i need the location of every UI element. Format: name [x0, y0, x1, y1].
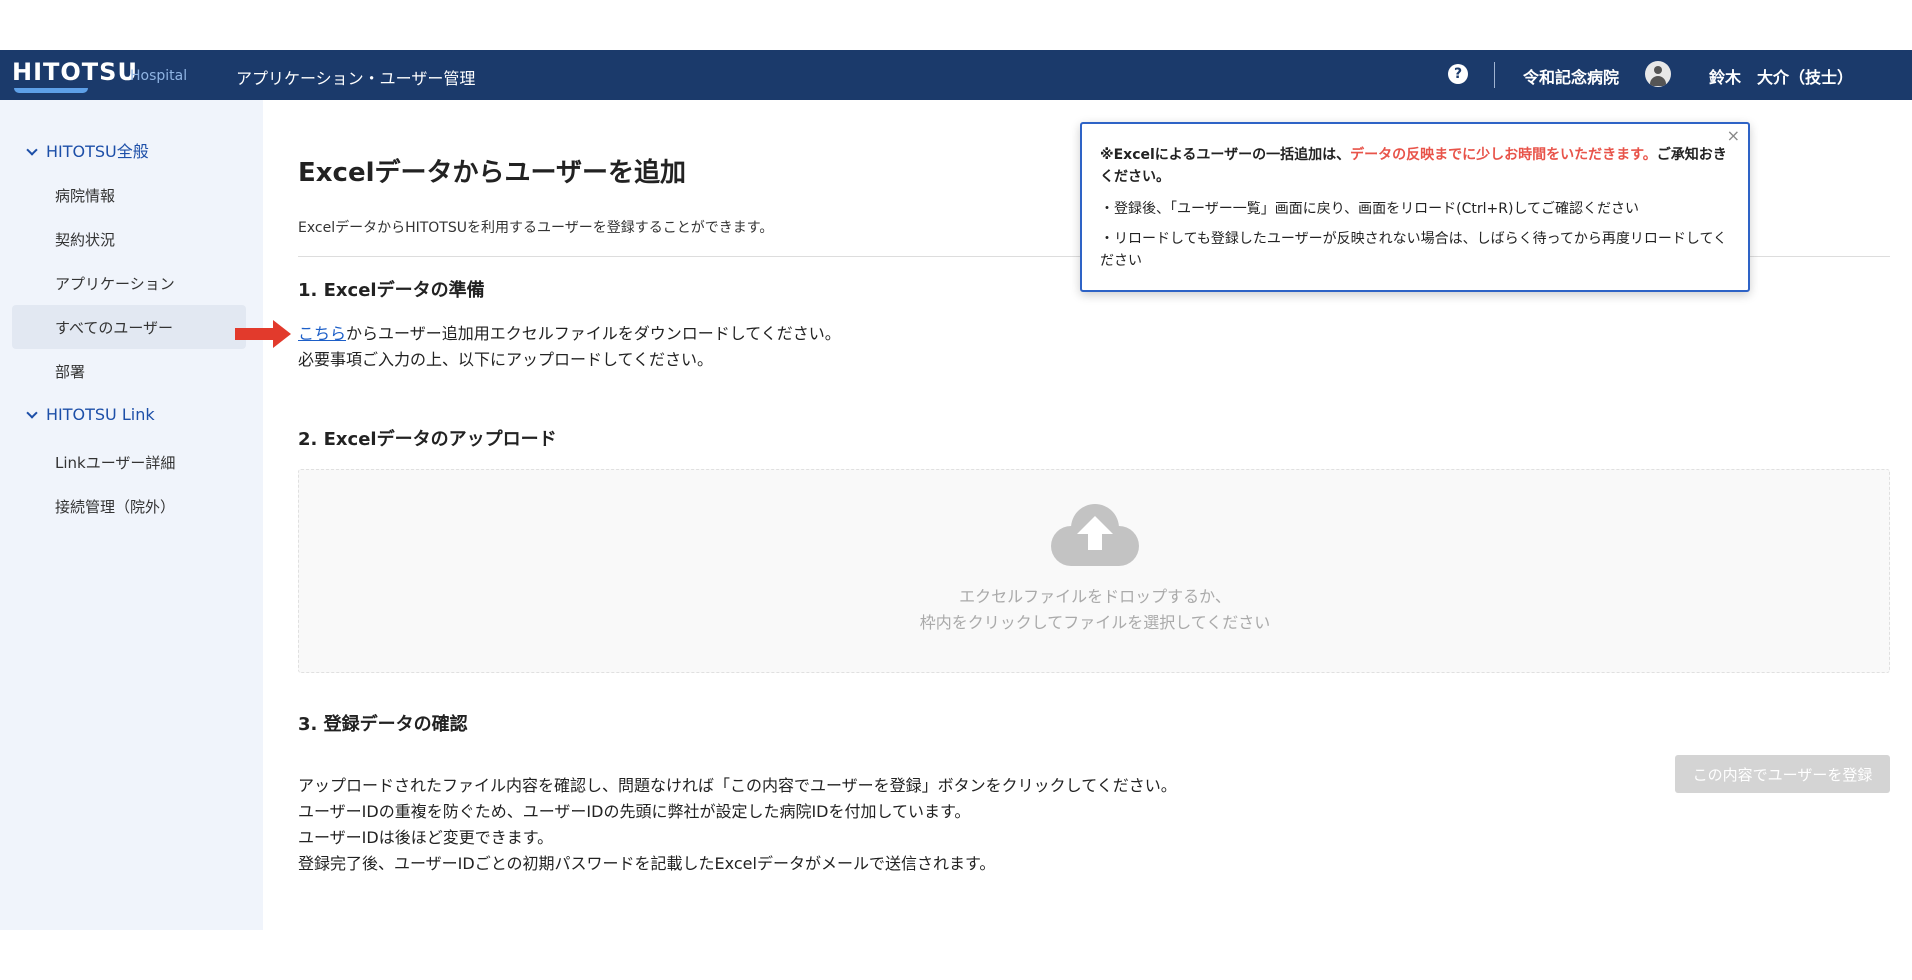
notification-line2: ・リロードしても登録したユーザーが反映されない場合は、しばらく待ってから再度リロ… — [1100, 231, 1728, 269]
sidebar-item-departments[interactable]: 部署 — [55, 361, 85, 382]
hospital-name[interactable]: 令和記念病院 — [1523, 64, 1619, 88]
logo-text: HITOTSU — [12, 58, 138, 86]
sidebar-item-all-users[interactable]: すべてのユーザー — [55, 317, 173, 338]
header-title: アプリケーション・ユーザー管理 — [236, 69, 476, 88]
step1-line1-text: からユーザー追加用エクセルファイルをダウンロードしてください。 — [346, 324, 841, 343]
notification-popup: × ※Excelによるユーザーの一括追加は、データの反映までに少しお時間をいただ… — [1080, 122, 1750, 292]
step2-title: 2. Excelデータのアップロード — [298, 429, 557, 450]
avatar-head — [1654, 66, 1662, 74]
step1-title: 1. Excelデータの準備 — [298, 280, 485, 301]
step1-line1: こちらからユーザー追加用エクセルファイルをダウンロードしてください。 — [298, 320, 841, 344]
chevron-down-icon — [26, 144, 38, 156]
cloud-upload-icon — [1051, 504, 1139, 568]
app-header: HITOTSU Hospital アプリケーション・ユーザー管理 ? 令和記念病… — [0, 50, 1912, 100]
notification-main-text: ※Excelによるユーザーの一括追加は、データの反映までに少しお時間をいただきま… — [1100, 144, 1730, 188]
logo-swoosh — [14, 88, 88, 93]
sidebar-item-external-connection[interactable]: 接続管理（院外） — [55, 496, 175, 517]
notification-text-red: データの反映までに少しお時間をいただきます。 — [1350, 147, 1657, 163]
sidebar-section-hitotsu-link[interactable]: HITOTSU Link — [26, 405, 155, 424]
upload-arrow-shaft — [1088, 534, 1102, 550]
arrow-head — [273, 320, 291, 348]
step1-line2: 必要事項ご入力の上、以下にアップロードしてください。 — [298, 350, 714, 369]
page-title: Excelデータからユーザーを追加 — [298, 158, 686, 188]
notification-text-a: ※Excelによるユーザーの一括追加は、 — [1100, 147, 1351, 163]
user-avatar-icon[interactable] — [1645, 61, 1671, 87]
step3-line1: アップロードされたファイル内容を確認し、問題なければ「この内容でユーザーを登録」… — [298, 776, 1177, 795]
step3-line3: ユーザーIDは後ほど変更できます。 — [298, 828, 554, 847]
step3-line2: ユーザーIDの重複を防ぐため、ユーザーIDの先頭に弊社が設定した病院IDを付加し… — [298, 802, 971, 821]
upload-arrow-head — [1077, 516, 1113, 534]
notification-line1: ・登録後、「ユーザー一覧」画面に戻り、画面をリロード(Ctrl+R)してご確認く… — [1100, 201, 1640, 217]
step3-line4: 登録完了後、ユーザーIDごとの初期パスワードを記載したExcelデータがメールで… — [298, 854, 996, 873]
logo-subtext: Hospital — [130, 68, 188, 84]
red-arrow-icon — [235, 320, 295, 348]
arrow-shaft — [235, 328, 275, 340]
file-dropzone[interactable]: エクセルファイルをドロップするか、 枠内をクリックしてファイルを選択してください — [298, 469, 1890, 673]
step3-title: 3. 登録データの確認 — [298, 714, 468, 735]
sidebar-section-label: HITOTSU Link — [46, 405, 155, 424]
download-template-link[interactable]: こちら — [298, 324, 346, 343]
sidebar-item-contract[interactable]: 契約状況 — [55, 229, 115, 250]
user-name[interactable]: 鈴木 大介（技士） — [1709, 64, 1853, 88]
page-description: ExcelデータからHITOTSUを利用するユーザーを登録することができます。 — [298, 220, 774, 236]
sidebar: HITOTSU全般 病院情報 契約状況 アプリケーション すべてのユーザー 部署… — [0, 100, 263, 930]
sidebar-section-label: HITOTSU全般 — [46, 142, 149, 161]
chevron-down-icon — [26, 407, 38, 419]
close-icon[interactable]: × — [1727, 126, 1740, 145]
sidebar-item-applications[interactable]: アプリケーション — [55, 273, 175, 294]
help-icon[interactable]: ? — [1448, 64, 1468, 84]
avatar-body — [1650, 76, 1666, 86]
sidebar-section-hitotsu-general[interactable]: HITOTSU全般 — [26, 138, 149, 162]
sidebar-item-hospital-info[interactable]: 病院情報 — [55, 185, 115, 206]
register-users-button[interactable]: この内容でユーザーを登録 — [1675, 755, 1890, 793]
header-divider — [1494, 62, 1495, 88]
dropzone-text-line1: エクセルファイルをドロップするか、 — [959, 587, 1231, 606]
dropzone-text-line2: 枠内をクリックしてファイルを選択してください — [919, 613, 1271, 632]
sidebar-item-link-user-detail[interactable]: Linkユーザー詳細 — [55, 452, 175, 473]
